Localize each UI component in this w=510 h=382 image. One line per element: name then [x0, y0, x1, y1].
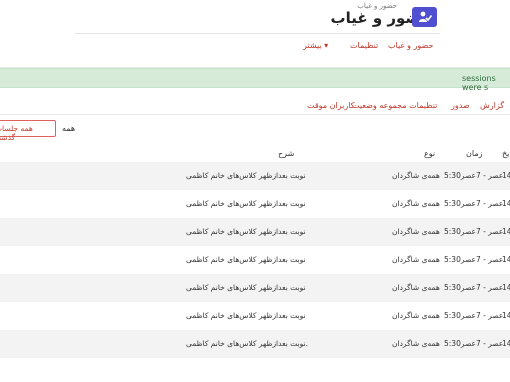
cell-type: همه‌ی شاگردان — [392, 339, 440, 348]
cell-time: 5:30عصر - 7عصر — [444, 171, 504, 180]
cell-description: نوبت بعدازظهر کلاس‌های خانم کاظمی — [186, 227, 306, 236]
cell-time: 5:30عصر - 7عصر — [444, 339, 504, 348]
nav-item-more[interactable]: بیشتر ▾ — [303, 41, 328, 50]
sessions-filter-button[interactable]: همه جلسات گذشته — [0, 120, 56, 142]
column-header-time[interactable]: زمان — [466, 149, 482, 158]
table-row: 14 5:30عصر - 7عصر همه‌ی شاگردان نوبت بعد… — [0, 274, 510, 302]
tab-export[interactable]: صدور — [451, 101, 470, 110]
header-divider — [75, 33, 440, 34]
cell-description: نوبت بعدازظهر کلاس‌های خانم کاظمی — [186, 171, 306, 180]
cell-time: 5:30عصر - 7عصر — [444, 311, 504, 320]
table-row: 14 5:30عصر - 7عصر همه‌ی شاگردان نوبت بعد… — [0, 302, 510, 330]
cell-description: نوبت بعدازظهر کلاس‌های خانم کاظمی — [186, 311, 306, 320]
cell-type: همه‌ی شاگردان — [392, 283, 440, 292]
table-row: 14 5:30عصر - 7عصر همه‌ی شاگردان نوبت بعد… — [0, 190, 510, 218]
cell-description: نوبت بعدازظهر کلاس‌های خانم کاظمی — [186, 283, 306, 292]
tab-temp-users[interactable]: کاربران موقت — [307, 101, 355, 110]
cell-type: همه‌ی شاگردان — [392, 255, 440, 264]
column-header-description: شرح — [278, 149, 295, 158]
tabs-divider — [0, 114, 510, 115]
tab-report[interactable]: گزارش — [480, 101, 504, 110]
cell-time: 5:30عصر - 7عصر — [444, 227, 504, 236]
filter-label: همه — [62, 124, 76, 133]
cell-type: همه‌ی شاگردان — [392, 227, 440, 236]
column-header-type[interactable]: نوع — [424, 149, 435, 158]
cell-type: همه‌ی شاگردان — [392, 199, 440, 208]
table-row: 14 5:30عصر - 7عصر همه‌ی شاگردان نوبت بعد… — [0, 246, 510, 274]
cell-time: 5:30عصر - 7عصر — [444, 255, 504, 264]
cell-description: نوبت بعدازظهر کلاس‌های خانم کاظمی. — [186, 339, 308, 348]
table-row: 14 5:30عصر - 7عصر همه‌ی شاگردان نوبت بعد… — [0, 162, 510, 190]
table-row: 14 5:30عصر - 7عصر همه‌ی شاگردان نوبت بعد… — [0, 330, 510, 358]
cell-time: 5:30عصر - 7عصر — [444, 283, 504, 292]
cell-type: همه‌ی شاگردان — [392, 171, 440, 180]
tab-status-set[interactable]: تنظیمات مجموعه وضعیت — [352, 101, 437, 110]
cell-description: نوبت بعدازظهر کلاس‌های خانم کاظمی — [186, 255, 306, 264]
cell-time: 5:30عصر - 7عصر — [444, 199, 504, 208]
alert-text: sessions were s — [462, 74, 496, 92]
table-row: 14 5:30عصر - 7عصر همه‌ی شاگردان نوبت بعد… — [0, 218, 510, 246]
sessions-filter-value: همه جلسات گذشته — [0, 124, 33, 142]
success-alert: sessions were s — [0, 68, 510, 92]
cell-type: همه‌ی شاگردان — [392, 311, 440, 320]
column-header-date[interactable]: یخ — [502, 149, 509, 158]
cell-description: نوبت بعدازظهر کلاس‌های خانم کاظمی — [186, 199, 306, 208]
nav-item-attendance[interactable]: حضور و غیاب — [388, 41, 433, 50]
attendance-icon — [412, 7, 437, 27]
nav-item-settings[interactable]: تنظیمات — [350, 41, 378, 50]
